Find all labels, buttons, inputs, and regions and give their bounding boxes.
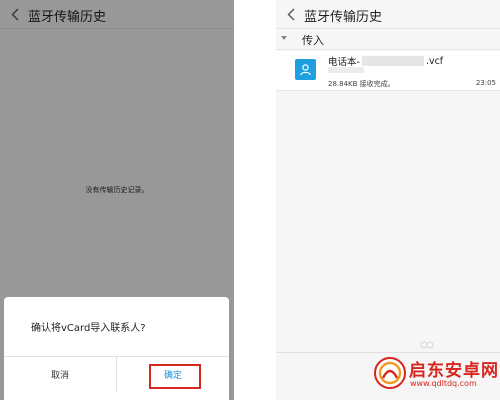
right-screen: 蓝牙传输历史 传入 电话本- .vcf 28.84KB 接收完成。 23:05 [276, 0, 500, 400]
left-screen: 蓝牙传输历史 没有传输历史记录。 确认将vCard导入联系人? 取消 确定 [0, 0, 234, 400]
dialog-message: 确认将vCard导入联系人? [31, 323, 146, 334]
logo-icon [374, 357, 406, 389]
file-name-suffix: .vcf [425, 55, 444, 67]
back-button[interactable] [283, 4, 299, 24]
highlight-box [149, 364, 201, 389]
watermark-url: www.qdltdq.com [410, 379, 477, 388]
contact-card-icon [295, 59, 316, 80]
page-title: 蓝牙传输历史 [304, 10, 383, 25]
group-header-incoming[interactable]: 传入 [276, 29, 500, 50]
app-header: 蓝牙传输历史 [276, 0, 500, 29]
file-name-prefix: 电话本- [328, 57, 360, 68]
group-label: 传入 [302, 34, 324, 47]
transfer-time: 23:05 [475, 79, 496, 87]
transfer-status: 28.84KB 接收完成。 [328, 80, 395, 88]
chevron-left-icon [287, 8, 295, 20]
loading-icon [420, 341, 434, 349]
list-item[interactable]: 电话本- .vcf 28.84KB 接收完成。 23:05 [276, 51, 500, 91]
watermark: 启东安卓网 www.qdltdq.com [373, 350, 499, 396]
redacted-block [328, 67, 364, 73]
triangle-down-icon [281, 36, 287, 40]
redacted-block [361, 56, 424, 66]
watermark-title: 启东安卓网 [409, 361, 499, 381]
file-name: 电话本- .vcf [328, 54, 444, 69]
cancel-button[interactable]: 取消 [4, 357, 116, 392]
